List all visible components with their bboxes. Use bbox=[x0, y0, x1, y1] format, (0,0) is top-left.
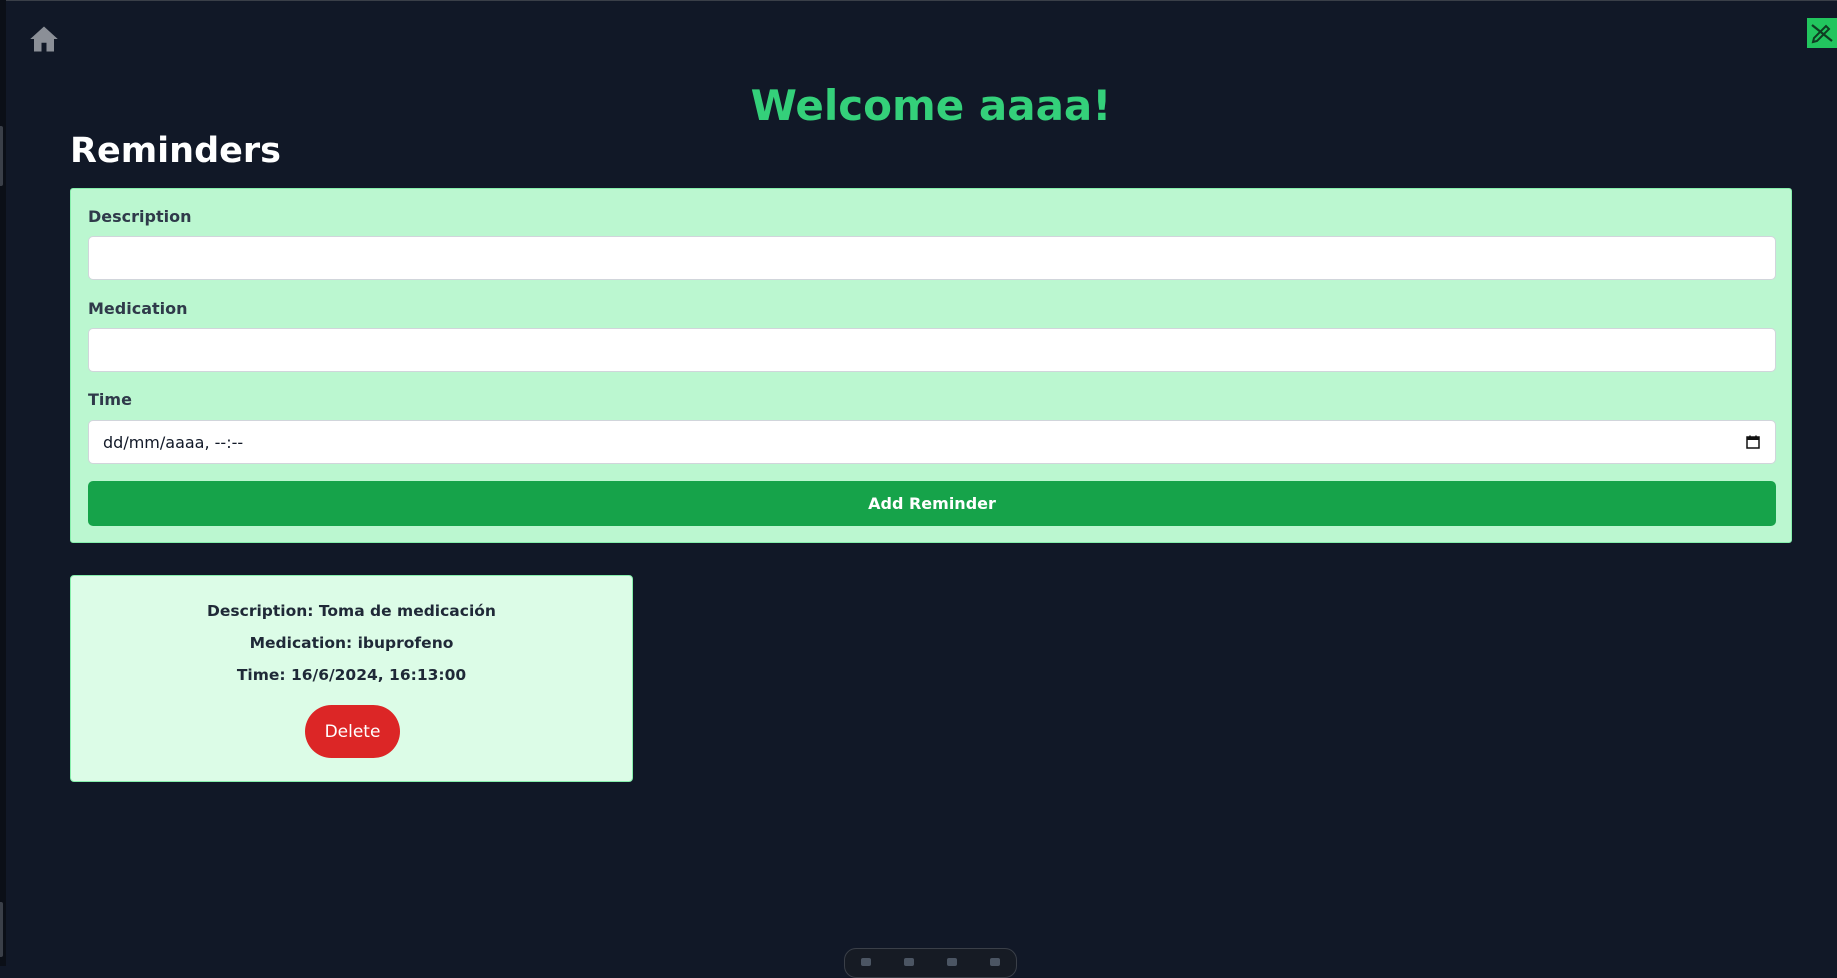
dock-item-icon[interactable] bbox=[861, 958, 872, 966]
bottom-dock bbox=[844, 948, 1017, 978]
left-edge-strip bbox=[0, 0, 6, 966]
description-label: Description bbox=[88, 207, 192, 226]
dock-item-icon[interactable] bbox=[904, 958, 915, 966]
add-reminder-button[interactable]: Add Reminder bbox=[88, 481, 1776, 526]
reminder-description: Description: Toma de medicación bbox=[207, 602, 496, 620]
dock-item-icon[interactable] bbox=[989, 958, 1000, 966]
delete-button[interactable]: Delete bbox=[305, 705, 400, 758]
medication-label: Medication bbox=[88, 299, 188, 318]
home-icon bbox=[30, 26, 58, 52]
time-input[interactable]: dd/mm/aaaa, --:-- bbox=[88, 420, 1776, 464]
time-label: Time bbox=[88, 390, 132, 409]
description-input[interactable] bbox=[88, 236, 1776, 280]
calendar-icon[interactable] bbox=[1745, 434, 1761, 450]
medication-input[interactable] bbox=[88, 328, 1776, 372]
dock-item-icon[interactable] bbox=[946, 958, 957, 966]
window-top-border bbox=[0, 0, 1837, 1]
welcome-heading: Welcome aaaa! bbox=[750, 81, 1112, 130]
reminder-card: Description: Toma de medicación Medicati… bbox=[70, 575, 633, 782]
reminder-medication: Medication: ibuprofeno bbox=[249, 634, 454, 652]
time-input-value: dd/mm/aaaa, --:-- bbox=[103, 432, 244, 452]
edit-off-badge[interactable] bbox=[1807, 18, 1837, 48]
scroll-nub bbox=[0, 902, 3, 957]
scroll-nub bbox=[0, 126, 3, 186]
reminder-time: Time: 16/6/2024, 16:13:00 bbox=[236, 666, 467, 684]
edit-off-icon bbox=[1811, 24, 1833, 44]
home-button[interactable] bbox=[26, 22, 62, 56]
reminders-title: Reminders bbox=[70, 131, 281, 171]
reminder-form: Description Medication Time dd/mm/aaaa, … bbox=[70, 188, 1792, 543]
